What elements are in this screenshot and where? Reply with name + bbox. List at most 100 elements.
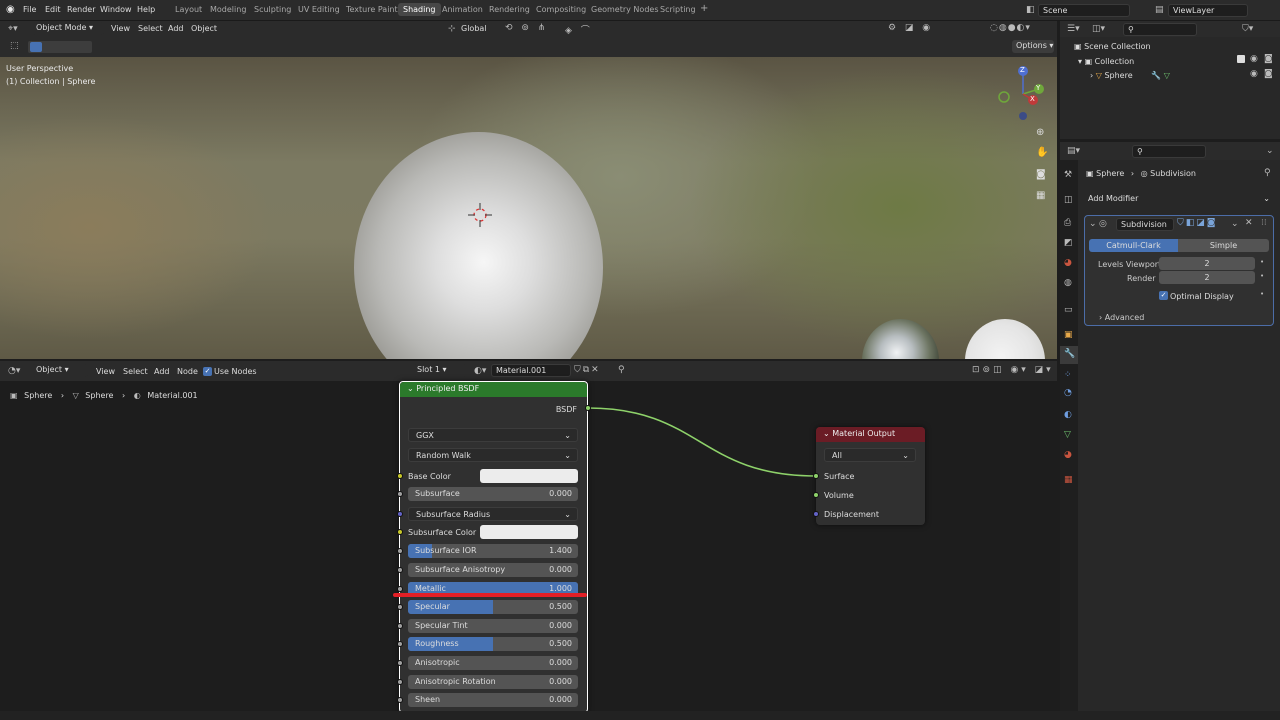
- tab-animation[interactable]: Animation: [442, 5, 483, 14]
- outliner-scene-collection[interactable]: ▣ Scene Collection: [1074, 42, 1151, 51]
- bsdf-input-subsurface-anisotropy[interactable]: Subsurface Anisotropy 0.000: [408, 563, 578, 577]
- tab-rendering[interactable]: Rendering: [489, 5, 530, 14]
- node-menu-select[interactable]: Select: [123, 367, 148, 376]
- surface-socket[interactable]: [813, 473, 819, 479]
- collection-exclude-checkbox[interactable]: [1237, 55, 1245, 63]
- material-tab-icon[interactable]: ◕: [1064, 450, 1072, 460]
- levels-viewport-field[interactable]: 2: [1159, 257, 1255, 270]
- tab-compositing[interactable]: Compositing: [536, 5, 586, 14]
- viewport-menu-view[interactable]: View: [111, 24, 130, 33]
- collapse-arrow-icon[interactable]: ⌄: [1089, 219, 1097, 229]
- viewport-menu-object[interactable]: Object: [191, 24, 217, 33]
- chevron-down-icon[interactable]: ⌄: [1266, 146, 1274, 156]
- view-layer-tab-icon[interactable]: ◩: [1064, 238, 1073, 248]
- base-color-socket[interactable]: [397, 473, 403, 479]
- subsurface-color-socket[interactable]: [397, 529, 403, 535]
- material-name-field[interactable]: Material.001: [491, 364, 571, 377]
- bsdf-input-socket[interactable]: [397, 586, 403, 592]
- output-node-header[interactable]: ⌄ Material Output: [816, 427, 925, 442]
- wrench-icon[interactable]: 🔧: [1064, 349, 1075, 359]
- subsurface-method-dropdown[interactable]: Random Walk ⌄: [408, 448, 578, 462]
- bsdf-input-socket[interactable]: [397, 548, 403, 554]
- bsdf-input-anisotropic-rotation[interactable]: Anisotropic Rotation 0.000: [408, 675, 578, 689]
- bsdf-input-subsurface-ior[interactable]: Subsurface IOR 1.400: [408, 544, 578, 558]
- base-color-swatch[interactable]: [480, 469, 578, 483]
- animate-dot-icon[interactable]: •: [1260, 272, 1264, 280]
- modifier-name-field[interactable]: Subdivision: [1116, 218, 1174, 231]
- subsurface-radius-socket[interactable]: [397, 511, 403, 517]
- select-new-button[interactable]: [30, 42, 42, 52]
- distribution-dropdown[interactable]: GGX ⌄: [408, 428, 578, 442]
- bsdf-input-roughness[interactable]: Roughness 0.500: [408, 637, 578, 651]
- subsurface-color-swatch[interactable]: [480, 525, 578, 539]
- eye-icon[interactable]: ◉: [1250, 69, 1258, 79]
- bsdf-input-socket[interactable]: [397, 679, 403, 685]
- menu-help[interactable]: Help: [137, 5, 155, 14]
- optimal-display-checkbox[interactable]: ✓: [1159, 291, 1168, 300]
- bsdf-input-socket[interactable]: [397, 567, 403, 573]
- menu-edit[interactable]: Edit: [45, 5, 61, 14]
- slot-dropdown[interactable]: Slot 1 ▾: [413, 364, 467, 377]
- subsurface-radius-dropdown[interactable]: Subsurface Radius ⌄: [408, 507, 578, 521]
- scene-selector[interactable]: Scene: [1038, 4, 1130, 17]
- render-tab-icon[interactable]: ◫: [1064, 195, 1073, 205]
- volume-socket[interactable]: [813, 492, 819, 498]
- editor-type-icon[interactable]: ⌖▾: [8, 24, 18, 34]
- menu-render[interactable]: Render: [67, 5, 95, 14]
- material-actions-icon[interactable]: ⛉⧉✕: [574, 365, 601, 375]
- close-icon[interactable]: ✕: [1245, 218, 1253, 228]
- principled-bsdf-node[interactable]: ⌄ Principled BSDF BSDF GGX ⌄ Random Walk ⌄…: [397, 381, 591, 713]
- node-editor-type-icon[interactable]: ◔▾: [8, 366, 20, 376]
- bsdf-input-socket[interactable]: [397, 641, 403, 647]
- modifier-tab-active[interactable]: 🔧: [1060, 346, 1078, 364]
- overlay-snap-icon[interactable]: ⊡⊚◫ ◉▾ ◪▾: [972, 365, 1054, 375]
- view-layer-selector[interactable]: ViewLayer: [1168, 4, 1248, 17]
- select-mode-buttons[interactable]: [28, 41, 92, 53]
- menu-file[interactable]: File: [23, 5, 36, 14]
- select-tool-icon[interactable]: ⬚: [10, 41, 19, 51]
- node-menu-view[interactable]: View: [96, 367, 115, 376]
- catmull-clark-button[interactable]: Catmull-Clark: [1089, 239, 1178, 252]
- 3d-cursor[interactable]: [468, 203, 492, 227]
- tab-geometry-nodes[interactable]: Geometry Nodes: [591, 5, 658, 14]
- material-browse-icon[interactable]: ◐▾: [474, 366, 486, 376]
- hand-icon[interactable]: ✋: [1036, 147, 1048, 158]
- tab-shading[interactable]: Shading: [398, 3, 441, 16]
- orientation-dropdown[interactable]: Global: [461, 24, 487, 33]
- bsdf-input-socket[interactable]: [397, 604, 403, 610]
- menu-window[interactable]: Window: [100, 5, 132, 14]
- object-mode-dropdown[interactable]: Object Mode ▾: [32, 22, 104, 35]
- 3d-viewport[interactable]: User Perspective (1) Collection | Sphere…: [0, 57, 1057, 359]
- navigation-gizmo[interactable]: Z Y X: [995, 62, 1050, 122]
- camera-icon[interactable]: ◙: [1036, 169, 1046, 180]
- camera-icon[interactable]: ◙: [1264, 69, 1273, 79]
- tab-layout[interactable]: Layout: [175, 5, 202, 14]
- pin-icon[interactable]: ⚲: [618, 365, 625, 375]
- bsdf-input-socket[interactable]: [397, 660, 403, 666]
- blender-logo-icon[interactable]: ◉: [6, 4, 15, 15]
- bsdf-input-specular-tint[interactable]: Specular Tint 0.000: [408, 619, 578, 633]
- viewport-menu-select[interactable]: Select: [138, 24, 163, 33]
- render-levels-field[interactable]: 2: [1159, 271, 1255, 284]
- bsdf-node-header[interactable]: ⌄ Principled BSDF: [400, 382, 587, 397]
- simple-button[interactable]: Simple: [1178, 239, 1269, 252]
- texture-tab-icon[interactable]: ▦: [1064, 475, 1073, 485]
- add-modifier-dropdown[interactable]: Add Modifier ⌄: [1084, 193, 1274, 206]
- tab-texture-paint[interactable]: Texture Paint: [346, 5, 398, 14]
- properties-editor-icon[interactable]: ▤▾: [1067, 146, 1080, 156]
- bsdf-input-specular[interactable]: Specular 0.500: [408, 600, 578, 614]
- world-tab-icon[interactable]: ◍: [1064, 278, 1072, 288]
- animate-dot-icon[interactable]: •: [1260, 290, 1264, 298]
- pin-icon[interactable]: ⚲: [1264, 168, 1271, 178]
- use-nodes-checkbox[interactable]: ✓: [203, 367, 212, 376]
- properties-search-field[interactable]: ⚲: [1132, 145, 1206, 158]
- chevron-down-icon[interactable]: ⌄: [1231, 219, 1239, 229]
- drag-handle-icon[interactable]: ⁞⁞: [1261, 218, 1267, 228]
- eye-icon[interactable]: ◉: [1250, 54, 1258, 64]
- physics-tab-icon[interactable]: ◔: [1064, 388, 1072, 398]
- particles-tab-icon[interactable]: ⁘: [1064, 370, 1072, 380]
- visibility-gizmo-icon[interactable]: ⚙ ◪ ◉: [888, 23, 933, 33]
- bsdf-input-socket[interactable]: [397, 623, 403, 629]
- options-button[interactable]: Options ▾: [1012, 40, 1054, 53]
- advanced-subpanel-toggle[interactable]: › Advanced: [1099, 313, 1144, 322]
